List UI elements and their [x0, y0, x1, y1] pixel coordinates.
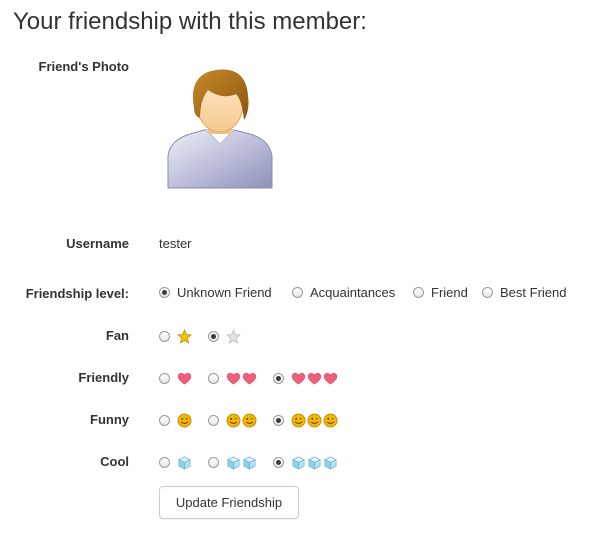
- rating-option[interactable]: [273, 371, 339, 386]
- friendship-level-option-label: Best Friend: [500, 285, 567, 300]
- rating-icons: [226, 413, 258, 428]
- radio-button[interactable]: [273, 373, 284, 384]
- ice-cube-icon: [308, 456, 321, 470]
- rating-option[interactable]: [159, 371, 193, 386]
- rating-icons: [226, 455, 258, 470]
- radio-button[interactable]: [413, 287, 424, 298]
- radio-button[interactable]: [159, 373, 170, 384]
- radio-button[interactable]: [482, 287, 493, 298]
- heart-icon: [177, 373, 192, 385]
- radio-button[interactable]: [159, 287, 170, 298]
- radio-button[interactable]: [159, 415, 170, 426]
- smiley-icon: [291, 413, 306, 428]
- rating-icons: [291, 371, 339, 386]
- rating-label: Cool: [100, 454, 129, 469]
- friendship-level-option-label: Unknown Friend: [177, 285, 272, 300]
- friendship-level-label: Friendship level:: [25, 286, 129, 301]
- star-icon: [226, 329, 241, 344]
- rating-icons: [291, 455, 339, 470]
- heart-icon: [323, 373, 338, 385]
- rating-option[interactable]: [273, 413, 339, 428]
- smiley-icon: [307, 413, 322, 428]
- rating-option[interactable]: [159, 455, 193, 470]
- rating-icons: [177, 413, 193, 428]
- rating-option[interactable]: [159, 329, 193, 344]
- friendship-level-option-label: Friend: [431, 285, 468, 300]
- heart-icon: [242, 373, 257, 385]
- heart-icon: [307, 373, 322, 385]
- rating-label: Fan: [105, 328, 129, 343]
- rating-icons: [226, 329, 242, 344]
- friendship-level-option-label: Acquaintances: [310, 285, 396, 300]
- smiley-icon: [226, 413, 241, 428]
- smiley-icon: [323, 413, 338, 428]
- rating-label: Friendly: [78, 370, 129, 385]
- radio-button[interactable]: [159, 457, 170, 468]
- rating-icons: [291, 413, 339, 428]
- rating-option[interactable]: [273, 455, 339, 470]
- update-friendship-button[interactable]: Update Friendship: [159, 486, 299, 519]
- radio-button[interactable]: [208, 331, 219, 342]
- ice-cube-icon: [292, 456, 305, 470]
- rating-icons: [226, 371, 258, 386]
- ice-cube-icon: [178, 456, 191, 470]
- rating-icons: [177, 455, 193, 470]
- friendship-level-option[interactable]: Friend: [413, 285, 468, 300]
- rating-option[interactable]: [159, 413, 193, 428]
- username-value: tester: [159, 236, 192, 251]
- radio-button[interactable]: [208, 373, 219, 384]
- smiley-icon: [242, 413, 257, 428]
- rating-option[interactable]: [208, 329, 242, 344]
- friendship-level-option[interactable]: Unknown Friend: [159, 285, 272, 300]
- smiley-icon: [177, 413, 192, 428]
- ice-cube-icon: [324, 456, 337, 470]
- rating-option[interactable]: [208, 413, 258, 428]
- username-label: Username: [66, 236, 129, 251]
- rating-label: Funny: [90, 412, 129, 427]
- radio-button[interactable]: [208, 457, 219, 468]
- rating-icons: [177, 371, 193, 386]
- rating-option[interactable]: [208, 455, 258, 470]
- heart-icon: [226, 373, 241, 385]
- friendship-level-option[interactable]: Best Friend: [482, 285, 566, 300]
- radio-button[interactable]: [273, 415, 284, 426]
- ice-cube-icon: [227, 456, 240, 470]
- user-avatar-icon: [167, 69, 273, 189]
- friends-photo-label: Friend's Photo: [38, 59, 129, 74]
- rating-icons: [177, 329, 193, 344]
- ice-cube-icon: [243, 456, 256, 470]
- radio-button[interactable]: [292, 287, 303, 298]
- rating-option[interactable]: [208, 371, 258, 386]
- radio-button[interactable]: [208, 415, 219, 426]
- page-title: Your friendship with this member:: [13, 8, 367, 35]
- star-icon: [177, 329, 192, 344]
- heart-icon: [291, 373, 306, 385]
- friendship-level-option[interactable]: Acquaintances: [292, 285, 395, 300]
- radio-button[interactable]: [273, 457, 284, 468]
- radio-button[interactable]: [159, 331, 170, 342]
